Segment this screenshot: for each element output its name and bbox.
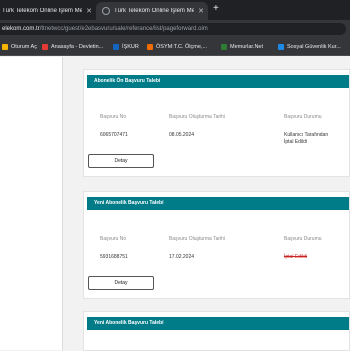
field-value: 08.05.2024: [169, 132, 195, 138]
page-content: Abonelik Ön Başvuru Talebi Başvuru No 60…: [0, 57, 350, 351]
tab-title: Türk Telekom Online İşlem Mer: [114, 8, 195, 14]
close-icon[interactable]: ✕: [86, 7, 92, 15]
close-icon[interactable]: ✕: [198, 7, 204, 15]
application-card: Yeni Abonelik Başvuru Talebi: [83, 311, 350, 351]
browser-tab-bar: Türk Telekom Online İşlem Mer ✕ Türk Tel…: [0, 0, 350, 20]
detail-button[interactable]: Detay: [88, 154, 154, 168]
field-label: Başvuru Durumu: [284, 114, 322, 120]
bookmark-favicon-icon: [147, 44, 153, 50]
bookmark-anasayfa[interactable]: Anasayfa - Devletin...: [42, 38, 103, 56]
bookmark-oturum-ac[interactable]: Oturum Aç: [2, 38, 37, 56]
field-value: 5931688751: [100, 254, 128, 260]
field-label: Başvuru No: [100, 114, 127, 120]
card-header: Yeni Abonelik Başvuru Talebi: [87, 317, 349, 330]
detail-button[interactable]: Detay: [88, 276, 154, 290]
card-header: Yeni Abonelik Başvuru Talebi: [87, 197, 349, 210]
bookmark-label: Anasayfa - Devletin...: [51, 44, 104, 50]
loading-icon: [102, 7, 110, 15]
browser-tab-2-active[interactable]: Türk Telekom Online İşlem Mer ✕: [96, 2, 208, 20]
application-card: Abonelik Ön Başvuru Talebi Başvuru No 60…: [83, 69, 350, 177]
field-value: 17.02.2024: [169, 254, 195, 260]
url-domain: elekom.com.tr: [2, 26, 40, 32]
bookmark-memurlar[interactable]: Memurlar.Net: [221, 38, 263, 56]
url-path: /ttnetwcc/guest/e2ebasvuru/sale/referanc…: [39, 26, 208, 32]
application-status-field: Başvuru Durumu Kullanıcı Tarafından İpta…: [284, 114, 332, 146]
bookmark-label: Oturum Aç: [11, 44, 37, 50]
bookmark-favicon-icon: [42, 44, 48, 50]
application-status-field: Başvuru Durumu İptal Edildi: [284, 236, 322, 261]
bookmarks-bar: Oturum Aç Anasayfa - Devletin... İŞKUR Ö…: [0, 38, 350, 56]
field-value: 6065707471: [100, 132, 128, 138]
application-date-field: Başvuru Oluşturma Tarihi 17.02.2024: [169, 236, 225, 261]
bookmark-favicon-icon: [113, 44, 119, 50]
field-label: Başvuru Durumu: [284, 236, 322, 242]
application-no-field: Başvuru No 6065707471: [100, 114, 128, 139]
bookmark-osym[interactable]: ÖSYM:T.C. Ölçme,...: [147, 38, 207, 56]
bookmark-favicon-icon: [221, 44, 227, 50]
bookmark-label: ÖSYM:T.C. Ölçme,...: [156, 44, 208, 50]
bookmark-favicon-icon: [2, 44, 8, 50]
bookmark-label: Memurlar.Net: [230, 44, 264, 50]
field-value: Kullanıcı Tarafından İptal Edildi: [284, 132, 329, 145]
bookmark-label: İŞKUR: [122, 44, 139, 50]
field-label: Başvuru Oluşturma Tarihi: [169, 114, 226, 120]
bookmark-favicon-icon: [278, 44, 284, 50]
left-panel: [0, 57, 63, 350]
application-date-field: Başvuru Oluşturma Tarihi 08.05.2024: [169, 114, 225, 139]
bookmark-label: Sosyal Güvenlik Kur...: [287, 44, 341, 50]
field-label: Başvuru No: [100, 236, 127, 242]
bookmark-iskur[interactable]: İŞKUR: [113, 38, 139, 56]
address-bar: elekom.com.tr/ttnetwcc/guest/e2ebasvuru/…: [0, 20, 350, 38]
application-card: Yeni Abonelik Başvuru Talebi Başvuru No …: [83, 191, 350, 299]
field-value: İptal Edildi: [284, 254, 308, 260]
bookmark-sgk[interactable]: Sosyal Güvenlik Kur...: [278, 38, 341, 56]
browser-tab-1[interactable]: Türk Telekom Online İşlem Mer ✕: [0, 2, 96, 20]
new-tab-button[interactable]: +: [213, 2, 219, 16]
url-field[interactable]: elekom.com.tr/ttnetwcc/guest/e2ebasvuru/…: [0, 23, 346, 35]
card-header: Abonelik Ön Başvuru Talebi: [87, 75, 349, 88]
application-no-field: Başvuru No 5931688751: [100, 236, 128, 261]
tab-title: Türk Telekom Online İşlem Mer: [2, 8, 83, 14]
field-label: Başvuru Oluşturma Tarihi: [169, 236, 226, 242]
